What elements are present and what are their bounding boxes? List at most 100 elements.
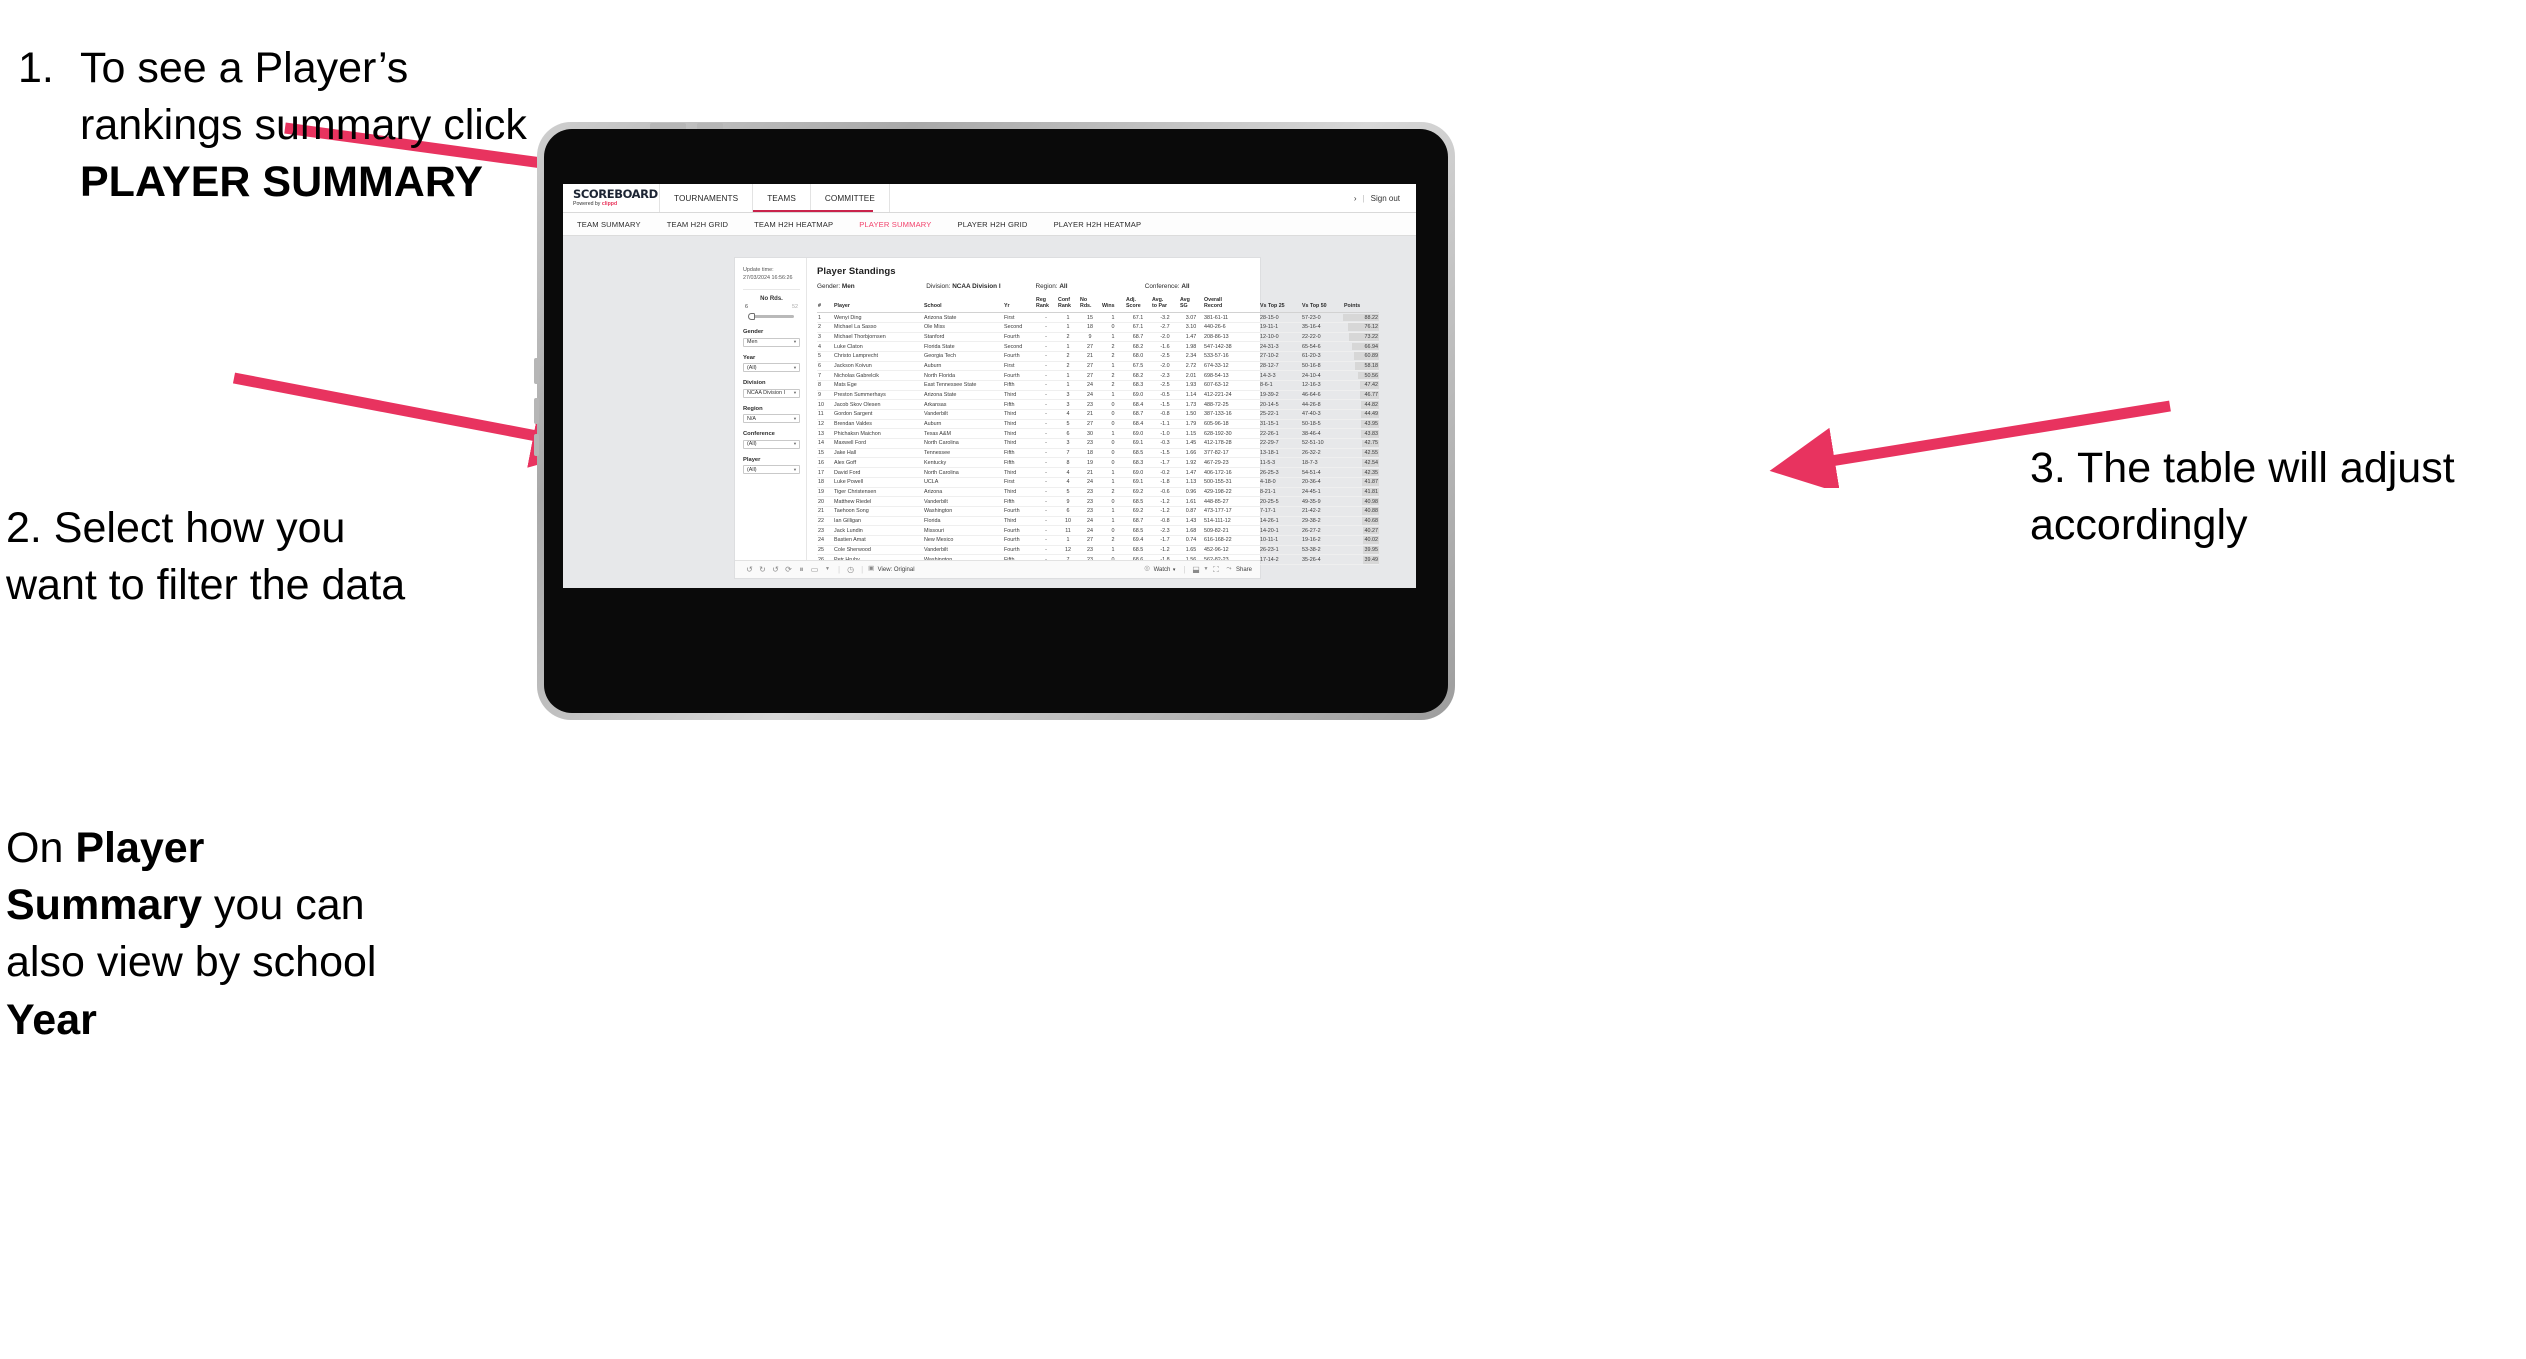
col-conf-rank-cell: 1 xyxy=(1057,322,1079,333)
meta-division: Division: NCAA Division I xyxy=(926,283,1035,290)
filter-year-value: (All) xyxy=(747,364,757,371)
col-avg-sg-cell: 1.92 xyxy=(1179,457,1203,469)
table-row[interactable]: 15 Jake Hall Tennessee Fifth -7 18 0 68.5 -1.5 1.… xyxy=(817,448,1379,459)
table-row[interactable]: 21 Taehoon Song Washington Fourth -6 23 1 69.2-… xyxy=(817,506,1379,517)
col-avg-sg-cell: 1.65 xyxy=(1179,545,1203,556)
col-overall-record-header[interactable]: Overall Record xyxy=(1203,296,1259,314)
col-school-cell: Tennessee xyxy=(923,448,1003,459)
table-row[interactable]: 11 Gordon Sargent Vanderbilt Third -4 21 0 68.7… xyxy=(817,409,1379,420)
table-row[interactable]: 18 Luke Powell UCLA First -4 24 1 69.1 -1.8 1.13 5… xyxy=(817,477,1379,488)
points-value: 50.56 xyxy=(1364,372,1379,379)
table-row[interactable]: 10 Jacob Skov Olesen Arkansas Fifth -3 23 0 68.… xyxy=(817,399,1379,411)
col-adj-score-header[interactable]: Adj. Score xyxy=(1125,296,1151,314)
col-adj-score-cell: 69.1 xyxy=(1125,438,1151,449)
table-row[interactable]: 5 Christo Lamprecht Georgia Tech Fourth -2 21… xyxy=(817,351,1379,362)
volume-down-button[interactable] xyxy=(534,398,539,424)
volume-up-button[interactable] xyxy=(534,358,539,384)
view-original-button[interactable]: ▣ View: Original xyxy=(867,566,914,573)
account-chevron-icon[interactable]: › xyxy=(1354,194,1357,203)
filter-region-select[interactable]: N/A ▼ xyxy=(743,414,800,424)
table-row[interactable]: 14 Maxwell Ford North Carolina Third -3 23 0 69… xyxy=(817,438,1379,449)
col-vs-top-25-header[interactable]: Vs Top 25 xyxy=(1259,296,1301,314)
no-rds-slider[interactable] xyxy=(743,311,800,321)
no-rds-label: No Rds. xyxy=(760,296,783,303)
nav-committee[interactable]: COMMITTEE xyxy=(811,184,890,212)
clock-icon[interactable]: ◷ xyxy=(844,565,857,574)
filter-year-select[interactable]: (All) ▼ xyxy=(743,363,800,373)
table-row[interactable]: 4 Luke Claton Florida State Second -1 27 2 68.2… xyxy=(817,341,1379,352)
col-adj-score-cell: 69.0 xyxy=(1125,428,1151,440)
side-button[interactable] xyxy=(534,434,539,456)
slider-handle[interactable] xyxy=(748,312,755,321)
col-yr-header[interactable]: Yr xyxy=(1003,296,1035,314)
table-row[interactable]: 19 Tiger Christensen Arizona Third -5 23 2 69.2… xyxy=(817,487,1379,498)
tablet-screen: SCOREBOARD Powered by clippd TOURNAMENTS… xyxy=(563,184,1416,588)
col-vs-top-50-cell: 54-51-4 xyxy=(1301,467,1343,478)
share-button[interactable]: ⤳ Share xyxy=(1224,566,1252,573)
filter-gender-select[interactable]: Men ▼ xyxy=(743,337,800,347)
sign-out-link[interactable]: Sign out xyxy=(1371,194,1400,203)
revert-icon[interactable]: ↺ xyxy=(769,565,782,574)
nav-tournaments[interactable]: TOURNAMENTS xyxy=(660,184,754,212)
col-wins-cell: 1 xyxy=(1101,506,1125,517)
col-player-cell: Michael Thorbjornsen xyxy=(833,332,923,343)
watch-button[interactable]: ◎ Watch ▾ xyxy=(1143,566,1175,573)
table-row[interactable]: 1 Wenyi Ding Arizona State First -1 15 1 67.1 -3… xyxy=(817,312,1379,323)
layout-caret-icon[interactable]: ▼ xyxy=(821,567,834,572)
table-row[interactable]: 16 Alex Goff Kentucky Fifth -8 19 0 68.3 -1.7 1.9… xyxy=(817,457,1379,469)
col-conf-rank-header[interactable]: Conf Rank xyxy=(1057,296,1079,314)
col-school-cell: Missouri xyxy=(923,525,1003,536)
table-row[interactable]: 2 Michael La Sasso Ole Miss Second -1 18 0 67.1… xyxy=(817,322,1379,333)
download-icon[interactable]: ⬓ xyxy=(1189,565,1202,574)
tab-player-summary[interactable]: PLAYER SUMMARY xyxy=(859,220,945,229)
tab-player-h2h-grid[interactable]: PLAYER H2H GRID xyxy=(958,220,1042,229)
app-logo[interactable]: SCOREBOARD Powered by clippd xyxy=(563,184,660,212)
table-row[interactable]: 12 Brendan Valdes Auburn Third -5 27 0 68.4 -1.1… xyxy=(817,419,1379,430)
table-row[interactable]: 24 Bastien Amat New Mexico Fourth -1 27 2 69.4-… xyxy=(817,535,1379,546)
col-vs-top-50-header[interactable]: Vs Top 50 xyxy=(1301,296,1343,314)
filter-division-select[interactable]: NCAA Division I ▼ xyxy=(743,388,800,398)
col-player-header[interactable]: Player xyxy=(833,296,923,314)
col-reg-rank-cell: - xyxy=(1035,370,1057,381)
undo-icon[interactable]: ↺ xyxy=(743,565,756,574)
col-reg-rank-header[interactable]: Reg Rank xyxy=(1035,296,1057,314)
col-points-header[interactable]: Points xyxy=(1343,296,1379,314)
download-caret-icon[interactable]: ▼ xyxy=(1202,567,1209,572)
tab-team-h2h-grid[interactable]: TEAM H2H GRID xyxy=(667,220,742,229)
table-row[interactable]: 8 Mats Ege East Tennessee State Fifth -1 24 2 6… xyxy=(817,380,1379,391)
watch-caret-icon: ▾ xyxy=(1172,566,1176,573)
col-school-header[interactable]: School xyxy=(923,296,1003,314)
col-no-rds-header[interactable]: No Rds. xyxy=(1079,296,1101,314)
col-wins-cell: 2 xyxy=(1101,380,1125,391)
table-row[interactable]: 22 Ian Gilligan Florida Third -10 24 1 68.7 -0.8… xyxy=(817,516,1379,527)
col-rank-header[interactable]: # xyxy=(817,296,833,314)
col-conf-rank-cell: 5 xyxy=(1057,419,1079,430)
pause-auto-update-icon[interactable]: ⏸ xyxy=(795,565,808,574)
table-row[interactable]: 3 Michael Thorbjornsen Stanford Fourth -2 9 1 6… xyxy=(817,332,1379,343)
tab-team-h2h-heatmap[interactable]: TEAM H2H HEATMAP xyxy=(754,220,847,229)
table-row[interactable]: 23 Jack Lundin Missouri Fourth -11 24 0 68.5 -2.… xyxy=(817,525,1379,536)
tab-team-summary[interactable]: TEAM SUMMARY xyxy=(577,220,655,229)
table-row[interactable]: 25 Cole Sherwood Vanderbilt Fourth -12 23 1 68.… xyxy=(817,545,1379,556)
col-avg-sg-header[interactable]: Avg SG xyxy=(1179,296,1203,314)
table-row[interactable]: 20 Matthew Riedel Vanderbilt Fifth -9 23 0 68.5… xyxy=(817,496,1379,507)
fullscreen-icon[interactable]: ⛶ xyxy=(1209,565,1222,574)
filter-conference-select[interactable]: (All) ▼ xyxy=(743,439,800,449)
table-row[interactable]: 7 Nicholas Gabrelcik North Florida Fourth -1… xyxy=(817,370,1379,381)
col-avg-to-par-header[interactable]: Avg. to Par xyxy=(1151,296,1179,314)
table-row[interactable]: 13 Phichaksn Maichon Texas A&M Third -6 30 1 69… xyxy=(817,428,1379,440)
layout-icon[interactable]: ▭ xyxy=(808,565,821,574)
filter-player-select[interactable]: (All) ▼ xyxy=(743,465,800,475)
table-row[interactable]: 6 Jackson Koivun Auburn First -2 27 1 67.5 -2.0 2… xyxy=(817,361,1379,372)
page-title: Player Standings xyxy=(817,266,896,277)
col-player-cell: David Ford xyxy=(833,467,923,478)
table-row[interactable]: 17 David Ford North Carolina Third -4 21 1 69.0… xyxy=(817,467,1379,478)
nav-teams[interactable]: TEAMS xyxy=(753,184,811,212)
table-row[interactable]: 9 Preston Summerhays Arizona State Third -3 2… xyxy=(817,390,1379,401)
tab-player-h2h-heatmap[interactable]: PLAYER H2H HEATMAP xyxy=(1054,220,1156,229)
refresh-data-icon[interactable]: ⟳ xyxy=(782,565,795,574)
col-no-rds-cell: 18 xyxy=(1079,322,1101,333)
redo-icon[interactable]: ↻ xyxy=(756,565,769,574)
col-reg-rank-cell: - xyxy=(1035,545,1057,556)
col-wins-header[interactable]: Wins xyxy=(1101,296,1125,314)
